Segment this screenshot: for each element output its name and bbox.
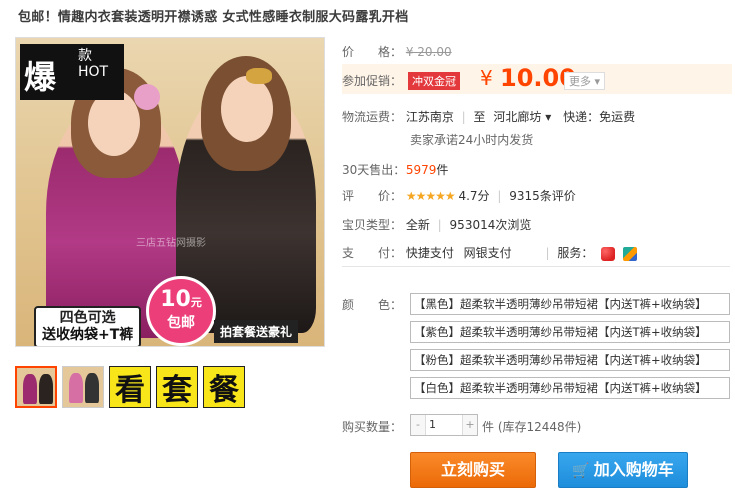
type-row: 宝贝类型： 全新 | 953014次浏览 <box>342 218 532 232</box>
color-option-purple[interactable]: 【紫色】超柔软半透明薄纱吊带短裙【内送T裤+收纳袋】 <box>410 321 730 343</box>
circle-number: 10元 <box>149 287 213 312</box>
promo-label: 参加促销： <box>342 74 403 88</box>
hot-small-1: 款 <box>78 48 92 64</box>
hot-small-2: HOT <box>78 64 109 80</box>
circle-unit: 元 <box>190 296 202 309</box>
shipping-to-prefix: 至 <box>473 110 486 124</box>
rating-row: 评 价： ★★★★★ 4.7分 | 9315条评价 <box>342 189 576 203</box>
color-option-black[interactable]: 【黑色】超柔软半透明薄纱吊带短裙【内送T裤+收纳袋】 <box>410 293 730 315</box>
model-right-face <box>221 76 273 142</box>
banner-right: 拍套餐送豪礼 <box>214 320 299 343</box>
more-promos-button[interactable]: 更多 ▾ <box>564 72 606 90</box>
sold-count: 5979 <box>405 163 437 177</box>
sold-label: 30天售出： <box>342 163 406 177</box>
promo-row: 参加促销： 冲双金冠 ¥ 10.00 更多 ▾ <box>342 64 732 94</box>
flower-accessory <box>134 84 160 110</box>
quantity-label: 购买数量： <box>342 420 403 434</box>
thumbnail-1[interactable] <box>15 366 57 408</box>
price-circle-badge: 10元 包邮 <box>146 276 216 346</box>
banner-left-line1: 四色可选 <box>59 310 116 326</box>
sold-unit: 件 <box>436 163 449 177</box>
color-option-pink[interactable]: 【粉色】超柔软半透明薄纱吊带短裙【内送T裤+收纳袋】 <box>410 349 730 371</box>
circle-text: 包邮 <box>167 315 195 331</box>
sold-row: 30天售出： 5979件 <box>342 161 448 178</box>
type-label: 宝贝类型： <box>342 218 403 232</box>
thumbnail-word-3[interactable]: 餐 <box>203 366 245 408</box>
hot-badge-small: 款 HOT <box>78 48 108 80</box>
price-label: 价 格： <box>342 45 403 59</box>
thumbnail-2[interactable] <box>62 366 104 408</box>
main-product-image[interactable]: 爆 款 HOT 三店五钻网摄影 四色可选 送收纳袋+T裤 10元 包邮 拍套餐送… <box>15 37 325 347</box>
color-option-white[interactable]: 【白色】超柔软半透明薄纱吊带短裙【内送T裤+收纳袋】 <box>410 377 730 399</box>
price-row: 价 格： ¥ 20.00 <box>342 43 452 60</box>
section-divider <box>342 266 730 267</box>
shipping-note: 卖家承诺24小时内发货 <box>410 133 534 147</box>
rating-stars-icon: ★★★★★ <box>405 189 456 203</box>
yen-symbol: ¥ <box>480 66 493 90</box>
shipping-destination-select[interactable]: 河北廊坊 ▾ <box>493 110 551 124</box>
product-title: 包邮！情趣内衣套装透明开襟诱惑 女式性感睡衣制服大码露乳开档 <box>18 10 409 25</box>
shipping-label: 物流运费： <box>342 110 403 124</box>
color-label: 颜 色： <box>342 298 403 312</box>
payment-method-1: 快捷支付 <box>405 246 454 260</box>
quantity-increase-button[interactable]: + <box>463 415 477 435</box>
quantity-stepper: - 1 + <box>410 414 478 436</box>
thumbnail-strip: 看 套 餐 <box>15 366 250 408</box>
shipping-from: 江苏南京 <box>405 110 454 124</box>
shipping-row: 物流运费： 江苏南京 | 至 河北廊坊 ▾ 快递：免运费 <box>342 110 636 124</box>
shipping-fee: 快递：免运费 <box>563 110 636 124</box>
payment-row: 支 付： 快捷支付 网银支付 | 服务： <box>342 244 638 261</box>
payment-method-2: 网银支付 <box>463 246 512 260</box>
quantity-decrease-button[interactable]: - <box>411 415 425 435</box>
buy-now-button[interactable]: 立刻购买 <box>410 452 536 488</box>
add-to-cart-label: 加入购物车 <box>593 460 674 479</box>
service-heart-icon[interactable] <box>601 246 616 261</box>
banner-left-line2: 送收纳袋+T裤 <box>42 327 134 343</box>
service-label: 服务： <box>557 246 594 260</box>
hot-badge-big: 爆 <box>24 58 57 96</box>
image-watermark: 三店五钻网摄影 <box>136 238 206 249</box>
payment-label: 支 付： <box>342 246 403 260</box>
thumbnail-word-1[interactable]: 看 <box>109 366 151 408</box>
hot-badge: 爆 款 HOT <box>20 44 124 100</box>
cart-icon: 🛒 <box>572 463 590 479</box>
rating-label: 评 价： <box>342 189 403 203</box>
add-to-cart-button[interactable]: 🛒 加入购物车 <box>558 452 688 488</box>
banner-left: 四色可选 送收纳袋+T裤 <box>34 306 142 346</box>
view-count: 953014次浏览 <box>449 218 532 232</box>
bow-accessory <box>246 68 272 84</box>
promo-tag[interactable]: 冲双金冠 <box>408 72 460 90</box>
review-count-link[interactable]: 9315条评价 <box>509 189 576 203</box>
quantity-input[interactable]: 1 <box>425 415 463 435</box>
type-value: 全新 <box>405 218 430 232</box>
stock-info: 件 (库存12448件) <box>482 420 582 434</box>
rating-score: 4.7分 <box>458 189 490 203</box>
service-flag-icon[interactable] <box>623 246 638 261</box>
circle-num-text: 10 <box>160 287 191 312</box>
original-price: ¥ 20.00 <box>405 45 452 59</box>
thumbnail-word-2[interactable]: 套 <box>156 366 198 408</box>
